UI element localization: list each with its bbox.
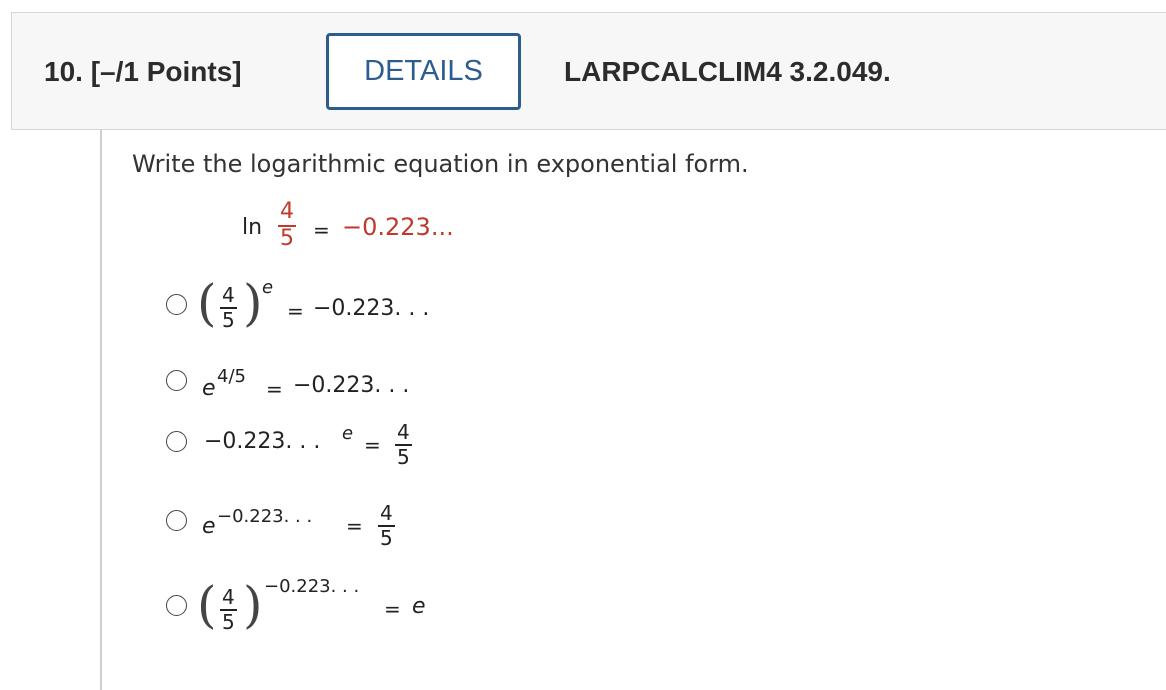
given-value: −0.223... xyxy=(342,213,454,241)
rhs-numerator: 4 xyxy=(397,420,410,444)
right-paren: ) xyxy=(243,274,263,332)
rhs-value: −0.223. . . xyxy=(293,373,410,398)
question-reference: LARPCALCLIM4 3.2.049. xyxy=(564,56,891,87)
left-paren: ( xyxy=(197,274,217,332)
rhs-fraction: 4 5 xyxy=(395,422,412,467)
exponent: −0.223. . . xyxy=(264,576,360,597)
rhs-denominator: 5 xyxy=(397,444,410,469)
ln-label: ln xyxy=(242,215,263,240)
rhs-numerator: 4 xyxy=(380,501,393,525)
right-paren: ) xyxy=(243,576,263,634)
radio-button[interactable] xyxy=(166,431,187,452)
given-fraction: 4 5 xyxy=(278,201,296,250)
base-numerator: 4 xyxy=(222,283,235,307)
base-fraction: 4 5 xyxy=(220,285,237,330)
exponent: e xyxy=(262,277,274,298)
exponent: e xyxy=(342,423,354,444)
rhs-value: −0.223. . . xyxy=(313,296,430,321)
given-equals: = xyxy=(313,218,330,242)
base-fraction: 4 5 xyxy=(220,587,237,632)
given-numerator: 4 xyxy=(280,199,294,224)
given-denominator: 5 xyxy=(280,225,294,251)
base-value: −0.223. . . xyxy=(204,429,321,454)
rhs-fraction: 4 5 xyxy=(378,503,395,548)
base-e: e xyxy=(202,514,216,539)
rhs-denominator: 5 xyxy=(380,525,393,550)
radio-button[interactable] xyxy=(166,294,187,315)
base-denominator: 5 xyxy=(222,307,235,332)
radio-button[interactable] xyxy=(166,510,187,531)
equals-sign: = xyxy=(266,377,283,401)
equals-sign: = xyxy=(287,299,304,323)
left-paren: ( xyxy=(197,576,217,634)
base-e: e xyxy=(202,376,216,401)
exponent: 4/5 xyxy=(217,366,246,387)
radio-button[interactable] xyxy=(166,595,187,616)
base-numerator: 4 xyxy=(222,585,235,609)
base-denominator: 5 xyxy=(222,609,235,634)
question-number: 10. [–/1 Points] xyxy=(44,56,242,87)
equals-sign: = xyxy=(384,597,401,621)
radio-button[interactable] xyxy=(166,370,187,391)
rhs-e: e xyxy=(412,594,426,619)
question-prompt: Write the logarithmic equation in expone… xyxy=(132,150,749,178)
details-button[interactable]: DETAILS xyxy=(326,33,521,110)
exponent: −0.223. . . xyxy=(217,506,313,527)
equals-sign: = xyxy=(346,514,363,538)
equals-sign: = xyxy=(364,433,381,457)
question-header: 10. [–/1 Points] DETAILS LARPCALCLIM4 3.… xyxy=(11,12,1166,130)
question-body-border xyxy=(100,130,102,690)
